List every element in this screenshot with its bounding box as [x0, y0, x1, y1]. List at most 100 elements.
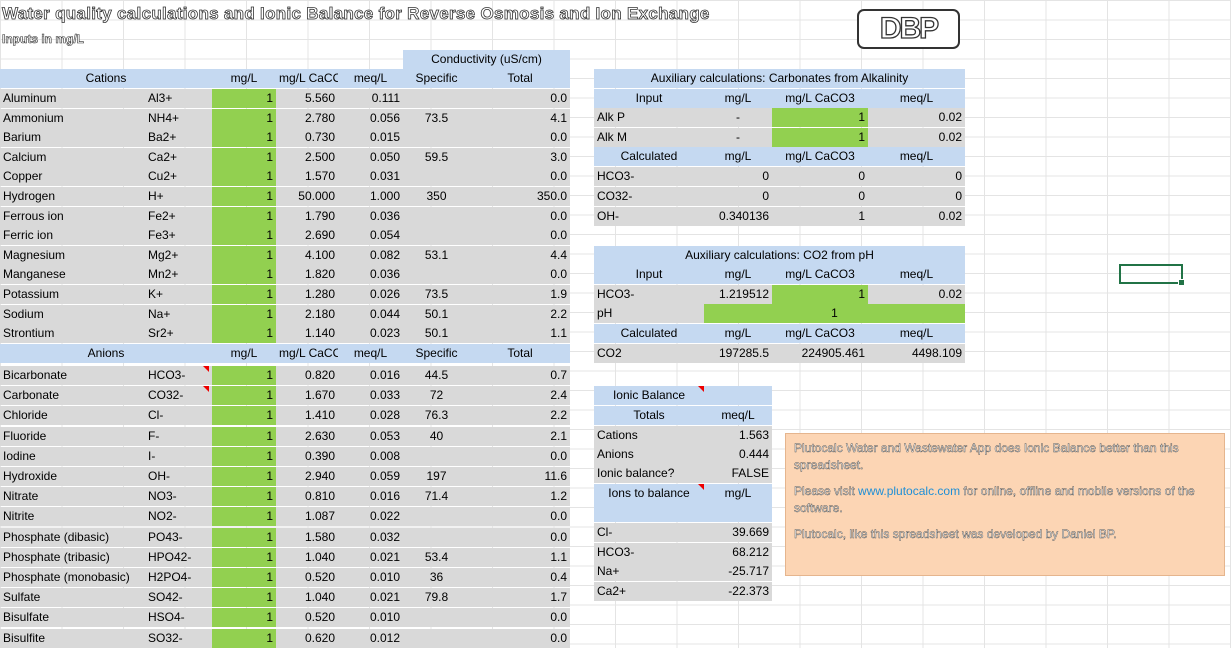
cation-symbol: K+ [145, 285, 212, 304]
anion-mgl-input[interactable]: 1 [212, 548, 276, 567]
cation-mgl-input[interactable]: 1 [212, 285, 276, 304]
sheet-title: Water quality calculations and Ionic Bal… [2, 4, 710, 24]
anion-name: Fluoride [0, 427, 145, 446]
cations-total-value: 1.563 [704, 426, 772, 445]
anion-total: 1.2 [470, 487, 570, 506]
anion-mgl-input[interactable]: 1 [212, 386, 276, 405]
cation-caco3: 0.730 [276, 128, 338, 147]
aux-co2-ph-input[interactable]: 1 [704, 304, 965, 323]
aux-carb-input-mgl: - [704, 128, 772, 147]
anion-mgl-input[interactable]: 1 [212, 406, 276, 425]
cation-total: 1.9 [470, 285, 570, 304]
cation-mgl-input[interactable]: 1 [212, 148, 276, 167]
aux-co2-calc-caco3: 224905.461 [772, 344, 868, 363]
cations-header: Cations [0, 69, 212, 88]
anion-specific [403, 528, 470, 547]
anion-specific: 76.3 [403, 406, 470, 425]
cation-mgl-input[interactable]: 1 [212, 265, 276, 284]
anion-name: Bisulfite [0, 629, 145, 648]
cation-caco3: 4.100 [276, 246, 338, 265]
anion-specific: 79.8 [403, 588, 470, 607]
aux-co2-calc-mgl: 197285.5 [704, 344, 772, 363]
plutocalc-link[interactable]: www.plutocalc.com [858, 484, 960, 498]
anion-caco3: 0.520 [276, 608, 338, 627]
cation-mgl-input[interactable]: 1 [212, 167, 276, 186]
cation-symbol: Sr2+ [145, 324, 212, 343]
cation-col-header: meq/L [338, 69, 403, 88]
cation-mgl-input[interactable]: 1 [212, 246, 276, 265]
anion-mgl-input[interactable]: 1 [212, 568, 276, 587]
aux-carb-calc-label: HCO3- [594, 167, 704, 186]
anion-mgl-input[interactable]: 1 [212, 366, 276, 385]
anion-name: Phosphate (monobasic) [0, 568, 145, 587]
anion-symbol: PO43- [145, 528, 212, 547]
anion-mgl-input[interactable]: 1 [212, 608, 276, 627]
anion-specific [403, 629, 470, 648]
aux-carb-input-header: meq/L [868, 89, 965, 108]
aux-carb-calc-header: Calculated [594, 147, 704, 166]
cation-name: Potassium [0, 285, 145, 304]
note-p1: Plutocalc Water and Wastewater App does … [794, 441, 1179, 472]
anion-mgl-input[interactable]: 1 [212, 427, 276, 446]
aux-carb-calc-meq: 0 [868, 187, 965, 206]
cation-symbol: Mg2+ [145, 246, 212, 265]
cation-specific [403, 226, 470, 245]
cation-mgl-input[interactable]: 1 [212, 187, 276, 206]
anion-col-header: mg/L CaCO3 [276, 344, 338, 363]
cation-name: Ferric ion [0, 226, 145, 245]
ion-to-balance-label: Na+ [594, 562, 704, 581]
cation-mgl-input[interactable]: 1 [212, 324, 276, 343]
anion-mgl-input[interactable]: 1 [212, 629, 276, 648]
meq-header: meq/L [704, 406, 772, 425]
anion-caco3: 1.040 [276, 588, 338, 607]
cation-mgl-input[interactable]: 1 [212, 207, 276, 226]
anion-meq: 0.016 [338, 487, 403, 506]
anion-mgl-input[interactable]: 1 [212, 507, 276, 526]
anion-mgl-input[interactable]: 1 [212, 588, 276, 607]
aux-carb-calc-label: CO32- [594, 187, 704, 206]
anion-meq: 0.033 [338, 386, 403, 405]
aux-carb-input-meq: 0.02 [868, 108, 965, 127]
dbp-logo: DBP [857, 9, 960, 49]
anion-name: Nitrite [0, 507, 145, 526]
cation-mgl-input[interactable]: 1 [212, 226, 276, 245]
anion-specific: 36 [403, 568, 470, 587]
anion-mgl-input[interactable]: 1 [212, 528, 276, 547]
ion-to-balance-value: 39.669 [704, 523, 772, 542]
cation-mgl-input[interactable]: 1 [212, 109, 276, 128]
anion-mgl-input[interactable]: 1 [212, 447, 276, 466]
cation-caco3: 2.690 [276, 226, 338, 245]
cation-specific: 53.1 [403, 246, 470, 265]
cation-specific: 50.1 [403, 324, 470, 343]
cation-mgl-input[interactable]: 1 [212, 128, 276, 147]
anion-name: Phosphate (tribasic) [0, 548, 145, 567]
anion-caco3: 0.390 [276, 447, 338, 466]
cation-caco3: 1.570 [276, 167, 338, 186]
anion-meq: 0.016 [338, 366, 403, 385]
cation-caco3: 1.140 [276, 324, 338, 343]
anion-symbol: HCO3- [145, 366, 212, 385]
selected-cell[interactable] [1119, 264, 1185, 286]
cation-mgl-input[interactable]: 1 [212, 89, 276, 108]
ionic-balance-title-blank [704, 386, 772, 405]
cation-specific [403, 265, 470, 284]
anion-mgl-input[interactable]: 1 [212, 467, 276, 486]
cation-mgl-input[interactable]: 1 [212, 305, 276, 324]
cation-meq: 0.054 [338, 226, 403, 245]
aux-co2-input-caco3[interactable]: 1 [772, 285, 868, 304]
anion-name: Hydroxide [0, 467, 145, 486]
anion-name: Bisulfate [0, 608, 145, 627]
cation-name: Copper [0, 167, 145, 186]
aux-co2-calc-header: mg/L [704, 324, 772, 343]
cation-total: 0.0 [470, 89, 570, 108]
aux-co2-input-header: mg/L [704, 265, 772, 284]
aux-carb-input-caco3[interactable]: 1 [772, 128, 868, 147]
anion-meq: 0.053 [338, 427, 403, 446]
anion-mgl-input[interactable]: 1 [212, 487, 276, 506]
anion-name: Bicarbonate [0, 366, 145, 385]
anion-specific: 72 [403, 386, 470, 405]
aux-carb-input-header: mg/L CaCO3 [772, 89, 868, 108]
aux-carb-input-caco3[interactable]: 1 [772, 108, 868, 127]
anion-total: 11.6 [470, 467, 570, 486]
cation-symbol: Mn2+ [145, 265, 212, 284]
